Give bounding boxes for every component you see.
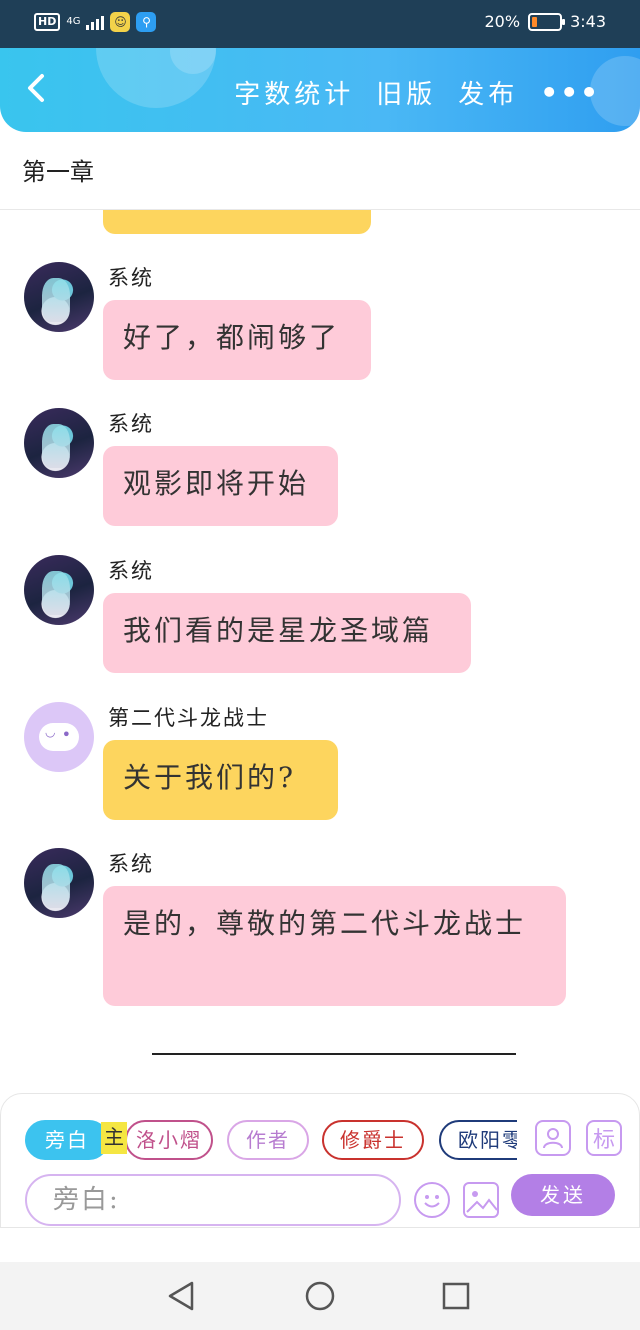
nav-back-icon[interactable] — [166, 1280, 198, 1312]
anime-avatar-icon[interactable] — [24, 848, 94, 918]
chat-app-icon: ☺ — [110, 12, 131, 32]
role-tab-xiu[interactable]: 修爵士 — [322, 1120, 424, 1160]
partial-message-bubble[interactable] — [103, 210, 371, 234]
robot-face-icon — [39, 723, 79, 751]
main-role-tag: 主 — [101, 1122, 127, 1154]
back-arrow-icon[interactable] — [18, 68, 58, 108]
person-icon[interactable] — [535, 1120, 571, 1156]
role-tab-narrator[interactable]: 旁白 — [25, 1120, 109, 1160]
chat-list[interactable]: 系统 好了，都闹够了 系统 观影即将开始 系统 我们看的是星龙圣域篇 第二代斗龙… — [0, 210, 640, 1090]
nav-recents-icon[interactable] — [440, 1280, 472, 1312]
app-screen: HD 4G ☺ ⚲ 20% 3:43 字数统计 旧版 发布 ••• 第一章 系统… — [0, 0, 640, 1330]
role-tabs[interactable]: 旁白 洛小熠 作者 修爵士 欧阳零 — [25, 1120, 517, 1162]
message-bubble[interactable]: 关于我们的? — [103, 740, 338, 820]
network-type: 4G — [66, 16, 81, 27]
sender-name: 第二代斗龙战士 — [108, 706, 269, 730]
sender-name: 系统 — [108, 412, 154, 436]
composer-panel: 旁白 洛小熠 作者 修爵士 欧阳零 主 标 旁白: 发送 — [0, 1093, 640, 1228]
battery-percent: 20% — [484, 12, 521, 31]
message-input[interactable]: 旁白: — [25, 1174, 401, 1226]
status-bar: HD 4G ☺ ⚲ 20% 3:43 — [0, 0, 640, 48]
battery-level — [532, 16, 538, 27]
chapter-title[interactable]: 第一章 — [0, 132, 640, 210]
sender-name: 系统 — [108, 852, 154, 876]
role-tab-luo[interactable]: 洛小熠 — [125, 1120, 213, 1160]
emoji-icon[interactable] — [414, 1182, 450, 1218]
top-app-bar: 字数统计 旧版 发布 ••• — [0, 48, 640, 132]
clock: 3:43 — [570, 12, 606, 31]
search-app-icon: ⚲ — [136, 12, 157, 32]
header-actions: 字数统计 旧版 发布 ••• — [234, 74, 600, 111]
old-version-button[interactable]: 旧版 — [376, 74, 436, 111]
battery-icon — [528, 12, 566, 31]
signal-icon — [86, 14, 105, 30]
system-nav-bar — [0, 1262, 640, 1330]
more-options-icon[interactable]: ••• — [540, 76, 600, 109]
message-bubble[interactable]: 是的，尊敬的第二代斗龙战士 — [103, 886, 566, 1006]
send-button[interactable]: 发送 — [511, 1174, 615, 1216]
role-tab-author[interactable]: 作者 — [227, 1120, 309, 1160]
status-left: HD 4G ☺ ⚲ — [34, 12, 157, 32]
anime-avatar-icon[interactable] — [24, 555, 94, 625]
sender-name: 系统 — [108, 266, 154, 290]
anime-avatar-icon[interactable] — [24, 262, 94, 332]
message-bubble[interactable]: 好了，都闹够了 — [103, 300, 371, 380]
message-bubble[interactable]: 观影即将开始 — [103, 446, 338, 526]
message-bubble[interactable]: 我们看的是星龙圣域篇 — [103, 593, 471, 673]
image-icon[interactable] — [463, 1182, 499, 1218]
anime-avatar-icon[interactable] — [24, 408, 94, 478]
tag-button[interactable]: 标 — [586, 1120, 622, 1156]
sender-name: 系统 — [108, 559, 154, 583]
publish-button[interactable]: 发布 — [458, 74, 518, 111]
hd-badge: HD — [34, 13, 61, 31]
status-right: 20% 3:43 — [485, 12, 607, 31]
robot-avatar-icon[interactable] — [24, 702, 94, 772]
word-count-button[interactable]: 字数统计 — [234, 74, 354, 111]
nav-home-icon[interactable] — [304, 1280, 336, 1312]
section-divider — [152, 1053, 516, 1055]
role-tab-ouyang[interactable]: 欧阳零 — [439, 1120, 517, 1160]
